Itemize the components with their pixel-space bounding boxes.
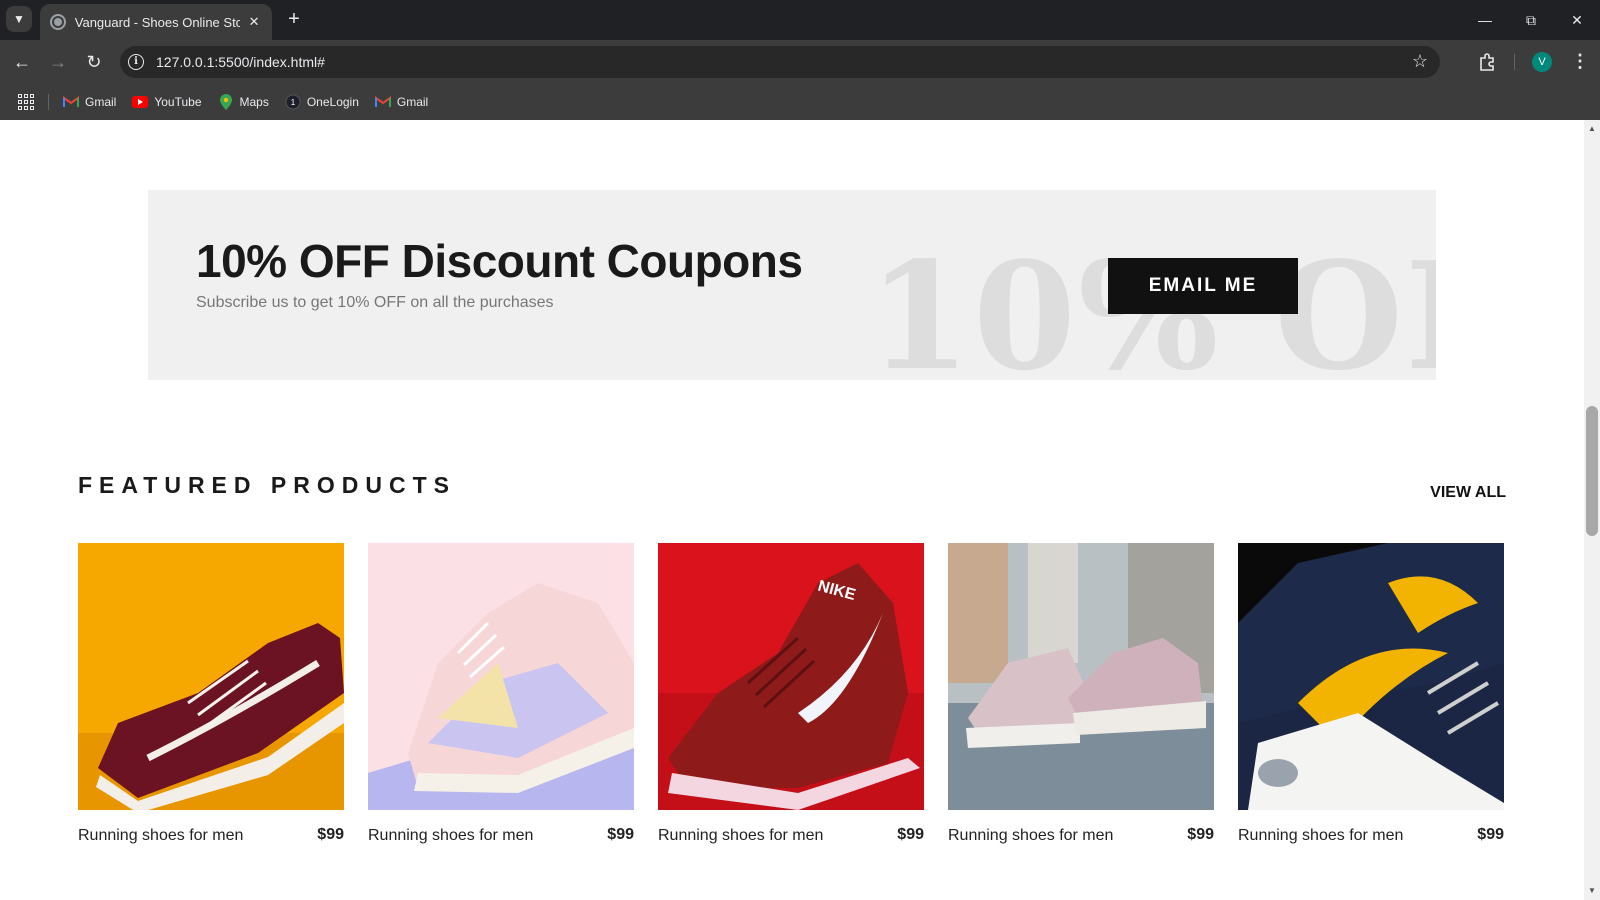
product-card[interactable]: Running shoes for men $99 — [368, 543, 634, 844]
product-image[interactable] — [948, 543, 1214, 810]
bookmark-label: OneLogin — [306, 95, 359, 109]
svg-text:1: 1 — [291, 98, 296, 107]
bookmark-label: Gmail — [85, 95, 117, 109]
product-image[interactable] — [78, 543, 344, 810]
minimize-icon[interactable]: — — [1462, 0, 1508, 40]
restore-icon[interactable]: ⧉ — [1508, 0, 1554, 40]
product-image[interactable]: NIKE — [658, 543, 924, 810]
bookmark-star-icon[interactable]: ☆ — [1412, 51, 1428, 72]
bookmark-label: Maps — [239, 95, 269, 109]
tab-strip: ▼ Vanguard - Shoes Online Store ✕ + — ⧉ … — [0, 0, 1600, 40]
globe-icon — [50, 14, 66, 30]
product-price: $99 — [1477, 826, 1504, 843]
scrollbar-thumb[interactable] — [1586, 406, 1598, 536]
reload-icon[interactable]: ↻ — [82, 50, 106, 74]
product-name[interactable]: Running shoes for men — [948, 827, 1113, 845]
tab-title: Vanguard - Shoes Online Store — [74, 14, 241, 30]
address-bar[interactable]: i 127.0.0.1:5500/index.html# ☆ — [120, 46, 1440, 78]
bookmark-label: Gmail — [396, 95, 429, 109]
product-name[interactable]: Running shoes for men — [368, 827, 533, 845]
back-icon[interactable]: ← — [10, 50, 34, 74]
tab-active[interactable]: Vanguard - Shoes Online Store ✕ — [40, 4, 272, 40]
bookmark-gmail-2[interactable]: Gmail — [374, 94, 429, 110]
coupon-title: 10% OFF Discount Coupons — [196, 235, 803, 287]
bookmark-youtube[interactable]: YouTube — [132, 94, 202, 110]
product-card[interactable]: Running shoes for men $99 — [78, 543, 344, 844]
onelogin-icon: 1 — [285, 94, 301, 110]
close-window-icon[interactable]: ✕ — [1554, 0, 1600, 40]
view-all-link[interactable]: VIEW ALL — [1352, 484, 1506, 502]
youtube-icon — [132, 94, 149, 110]
product-name[interactable]: Running shoes for men — [1238, 827, 1403, 845]
coupon-banner: 10% OFF 10% OFF Discount Coupons Subscri… — [148, 190, 1436, 380]
product-image[interactable] — [1238, 543, 1504, 810]
new-tab-button[interactable]: + — [282, 8, 306, 32]
profile-avatar[interactable]: V — [1532, 52, 1552, 72]
scroll-up-arrow-icon[interactable]: ▲ — [1584, 122, 1600, 136]
bookmark-label: YouTube — [154, 95, 202, 109]
url-text[interactable]: 127.0.0.1:5500/index.html# — [156, 54, 325, 70]
email-me-button[interactable]: EMAIL ME — [1108, 258, 1298, 314]
product-card[interactable]: Running shoes for men $99 — [1238, 543, 1504, 844]
menu-icon[interactable]: ⋮ — [1568, 50, 1592, 74]
product-grid: Running shoes for men $99 Running shoes … — [78, 543, 1506, 863]
product-card[interactable]: Running shoes for men $99 — [948, 543, 1214, 844]
product-price: $99 — [897, 826, 924, 843]
browser-toolbar: ← → ↻ i 127.0.0.1:5500/index.html# ☆ V ⋮ — [0, 40, 1600, 84]
product-card[interactable]: NIKE Running shoes for men $99 — [658, 543, 924, 844]
featured-products-heading: FEATURED PRODUCTS — [78, 472, 456, 498]
page-viewport: 10% OFF 10% OFF Discount Coupons Subscri… — [0, 120, 1584, 900]
coupon-subtitle: Subscribe us to get 10% OFF on all the p… — [196, 294, 554, 311]
tab-search-button[interactable]: ▼ — [6, 6, 32, 32]
product-image[interactable] — [368, 543, 634, 810]
forward-icon[interactable]: → — [46, 50, 70, 74]
extensions-icon[interactable] — [1476, 50, 1500, 74]
maps-icon — [218, 94, 234, 110]
bookmark-maps[interactable]: Maps — [218, 94, 269, 110]
close-tab-icon[interactable]: ✕ — [246, 14, 262, 30]
product-price: $99 — [607, 826, 634, 843]
product-name[interactable]: Running shoes for men — [78, 827, 243, 845]
product-price: $99 — [317, 826, 344, 843]
bookmarks-divider — [48, 94, 49, 110]
site-info-icon[interactable]: i — [128, 54, 144, 70]
toolbar-divider — [1514, 54, 1515, 70]
apps-grid-icon[interactable] — [18, 94, 34, 110]
page-scrollbar[interactable]: ▲ ▼ — [1584, 120, 1600, 900]
bookmarks-bar: Gmail YouTube Maps 1 OneLogin Gmail — [0, 84, 1600, 120]
scroll-down-arrow-icon[interactable]: ▼ — [1584, 884, 1600, 898]
product-name[interactable]: Running shoes for men — [658, 827, 823, 845]
bookmark-onelogin[interactable]: 1 OneLogin — [285, 94, 359, 110]
gmail-icon — [374, 94, 391, 110]
gmail-icon — [63, 94, 79, 110]
product-price: $99 — [1187, 826, 1214, 843]
bookmark-gmail[interactable]: Gmail — [63, 94, 116, 110]
